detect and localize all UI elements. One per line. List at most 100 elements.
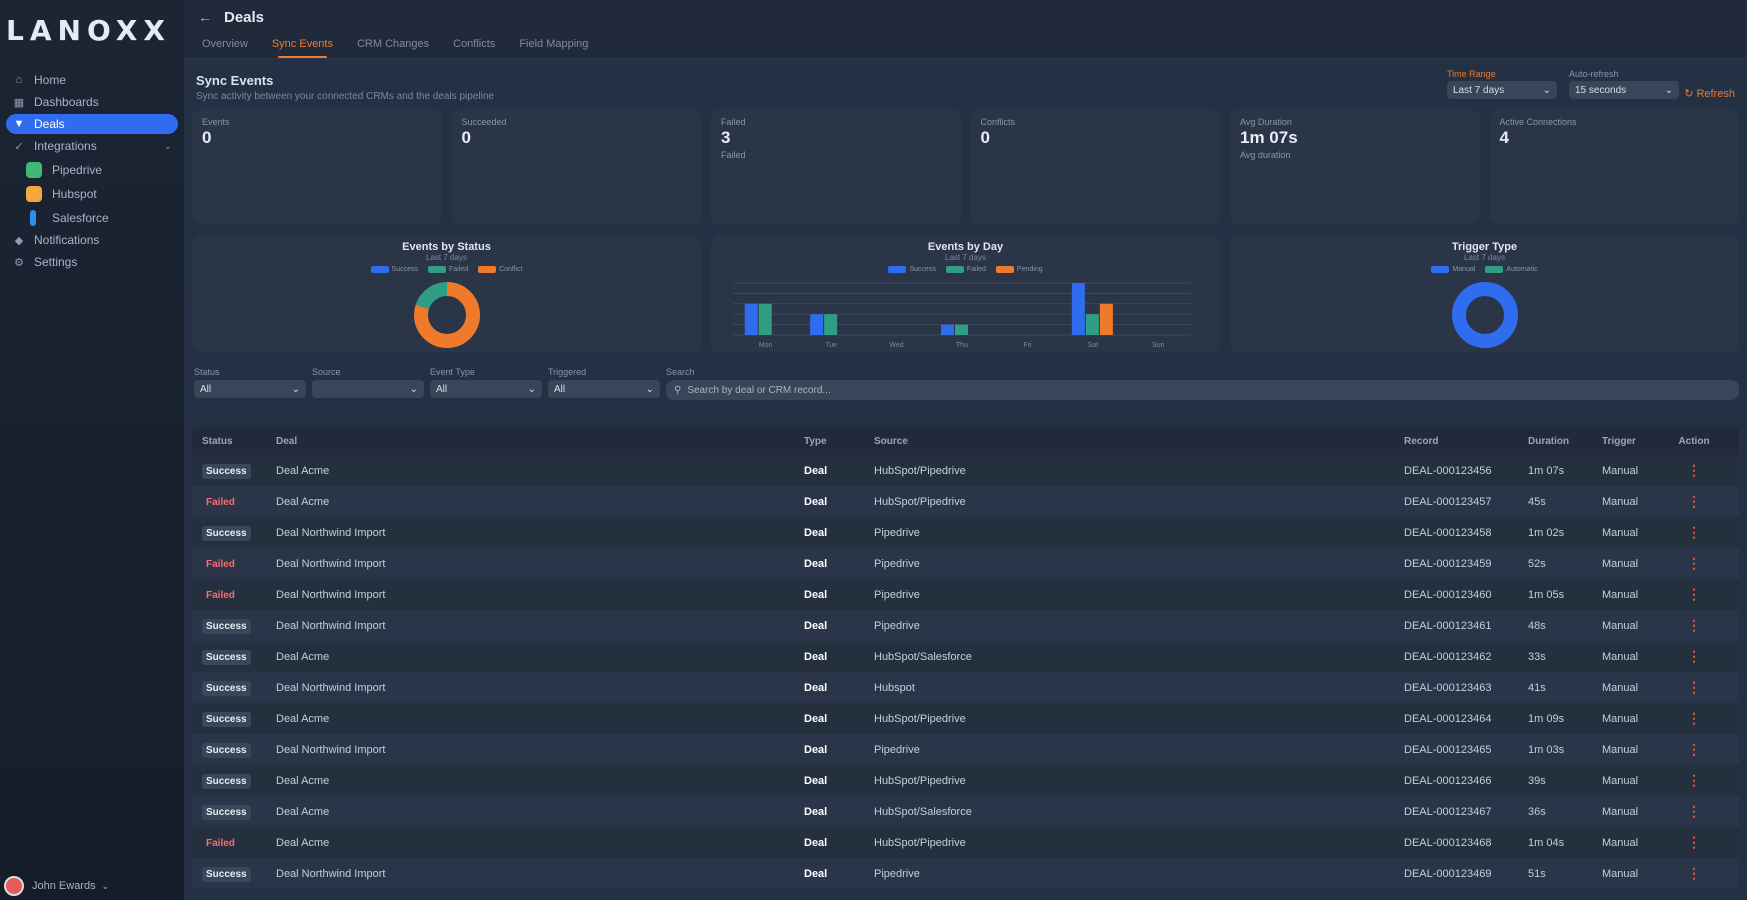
status-select[interactable]: All ⌄ (194, 380, 306, 398)
row-action-menu-icon[interactable]: ⋮ (1687, 648, 1701, 664)
row-action-menu-icon[interactable]: ⋮ (1687, 524, 1701, 540)
chart-subtitle: Last 7 days (426, 253, 467, 262)
column-header-record[interactable]: Record (1404, 436, 1528, 447)
bar-failed-thu[interactable] (955, 324, 968, 335)
duration-cell-container: 52s (1528, 558, 1602, 570)
sidebar-item-deals[interactable]: ▼ Deals (6, 114, 178, 134)
legend-item[interactable]: Pending (995, 266, 1043, 273)
row-action-menu-icon[interactable]: ⋮ (1687, 586, 1701, 602)
tab-crm-changes[interactable]: CRM Changes (357, 34, 429, 58)
table-row[interactable]: Success Deal Acme Deal HubSpot/Pipedrive DEA… (192, 455, 1739, 486)
sidebar-subitem-label: Pipedrive (52, 163, 103, 177)
legend-item[interactable]: Success (888, 266, 936, 273)
deal-name-container: Deal Northwind Import (276, 868, 804, 880)
x-tick-label: Sat (1088, 342, 1099, 349)
record-id: DEAL-000123467 (1404, 805, 1492, 818)
table-row[interactable]: Success Deal Northwind Import Deal Pipedriv… (192, 517, 1739, 548)
sidebar-item-dashboards[interactable]: ▦ Dashboards (6, 92, 178, 112)
event-type-select[interactable]: All ⌄ (430, 380, 542, 398)
row-action-menu-icon[interactable]: ⋮ (1687, 865, 1701, 881)
back-arrow-icon[interactable]: ← (198, 9, 212, 25)
bar-failed-tue[interactable] (824, 314, 838, 335)
table-row[interactable]: Failed Deal Acme Deal HubSpot/Pipedrive DEAL… (192, 827, 1739, 858)
duration-cell-container: 1m 02s (1528, 527, 1602, 539)
source-cell-container: Hubspot (874, 682, 1404, 694)
refresh-button[interactable]: ↻ Refresh (1684, 87, 1735, 100)
time-range-value: Last 7 days (1453, 84, 1505, 96)
duration-cell-container: 1m 09s (1528, 713, 1602, 725)
row-action-menu-icon[interactable]: ⋮ (1687, 555, 1701, 571)
sidebar-subitem-pipedrive[interactable]: Pipedrive (26, 158, 184, 182)
legend-item[interactable]: Automatic (1485, 266, 1538, 273)
auto-refresh-select[interactable]: 15 seconds ⌄ (1569, 81, 1679, 99)
search-input[interactable]: ⚲ Search by deal or CRM record... (666, 380, 1739, 400)
table-row[interactable]: Failed Deal Northwind Import Deal Pipedrive… (192, 579, 1739, 610)
legend-item[interactable]: Failed (945, 266, 986, 273)
row-action-menu-icon[interactable]: ⋮ (1687, 617, 1701, 633)
home-icon: ⌂ (15, 74, 23, 86)
table-row[interactable]: Success Deal Northwind Import Deal Pipedriv… (192, 858, 1739, 889)
column-header-deal[interactable]: Deal (276, 436, 804, 447)
table-row[interactable]: Success Deal Northwind Import Deal Hubspot D… (192, 672, 1739, 703)
triggered-select[interactable]: All ⌄ (548, 380, 660, 398)
sidebar-subitem-salesforce[interactable]: Salesforce (26, 206, 184, 230)
trigger-cell: Manual (1602, 526, 1639, 539)
sidebar-item-home[interactable]: ⌂ Home (6, 70, 178, 90)
duration-cell: 1m 04s (1528, 836, 1565, 849)
sidebar-item-notifications[interactable]: ◆ Notifications (6, 230, 178, 250)
bar-success-thu[interactable] (941, 324, 954, 335)
deal-name: Deal Acme (276, 774, 330, 787)
kpi-card: Active Connections 4 (1489, 109, 1739, 225)
bar-failed-mon[interactable] (758, 303, 772, 335)
table-row[interactable]: Failed Deal Acme Deal HubSpot/Pipedrive DEAL… (192, 486, 1739, 517)
sidebar-subitem-hubspot[interactable]: Hubspot (26, 182, 184, 206)
table-row[interactable]: Success Deal Northwind Import Deal Pipedriv… (192, 734, 1739, 765)
tab-bar: Overview Sync Events CRM Changes Conflic… (184, 34, 1747, 59)
legend-item[interactable]: Success (370, 266, 418, 273)
row-action-menu-icon[interactable]: ⋮ (1687, 834, 1701, 850)
table-row[interactable]: Failed Deal Northwind Import Deal Pipedrive… (192, 548, 1739, 579)
column-header-status[interactable]: Status (192, 436, 276, 447)
legend-item[interactable]: Conflict (478, 266, 522, 273)
row-action-menu-icon[interactable]: ⋮ (1687, 493, 1701, 509)
donut-chart (1451, 282, 1518, 348)
sidebar-item-settings[interactable]: ⚙ Settings (6, 252, 178, 272)
column-header-trigger[interactable]: Trigger (1602, 436, 1674, 447)
bar-success-mon[interactable] (744, 303, 758, 335)
row-action-menu-icon[interactable]: ⋮ (1687, 679, 1701, 695)
table-row[interactable]: Success Deal Acme Deal HubSpot/Pipedrive DEA… (192, 703, 1739, 734)
record-id-container: DEAL-000123464 (1404, 713, 1528, 725)
pipedrive-icon (26, 162, 42, 178)
time-range-select[interactable]: Last 7 days ⌄ (1447, 81, 1557, 99)
legend-item[interactable]: Failed (428, 266, 468, 273)
donut-slice-manual[interactable] (1451, 282, 1518, 348)
source-cell-container: Pipedrive (874, 527, 1404, 539)
row-action-menu-icon[interactable]: ⋮ (1687, 803, 1701, 819)
column-header-source[interactable]: Source (874, 436, 1404, 447)
tab-sync-events[interactable]: Sync Events (272, 34, 333, 58)
row-action-menu-icon[interactable]: ⋮ (1687, 710, 1701, 726)
table-row[interactable]: Success Deal Acme Deal HubSpot/Pipedrive DEA… (192, 765, 1739, 796)
tab-conflicts[interactable]: Conflicts (453, 34, 495, 58)
kpi-sub: Avg duration (1240, 150, 1291, 160)
column-header-duration[interactable]: Duration (1528, 436, 1602, 447)
column-header-type[interactable]: Type (804, 436, 874, 447)
source-select[interactable]: ⌄ (312, 380, 424, 398)
row-action-menu-icon[interactable]: ⋮ (1687, 772, 1701, 788)
row-action-menu-icon[interactable]: ⋮ (1687, 462, 1701, 478)
type-cell: Deal (804, 557, 828, 570)
row-action-menu-icon[interactable]: ⋮ (1687, 741, 1701, 757)
table-row[interactable]: Success Deal Northwind Import Deal Pipedriv… (192, 610, 1739, 641)
user-menu[interactable]: John Ewards ⌄ (4, 876, 109, 896)
bar-success-tue[interactable] (810, 314, 824, 335)
time-range-label: Time Range (1447, 69, 1496, 79)
table-row[interactable]: Success Deal Acme Deal HubSpot/Salesforce DE… (192, 796, 1739, 827)
bar-failed-sat[interactable] (1085, 314, 1099, 335)
tab-overview[interactable]: Overview (202, 34, 248, 58)
table-row[interactable]: Success Deal Acme Deal HubSpot/Salesforce DE… (192, 641, 1739, 672)
bar-success-sat[interactable] (1071, 283, 1085, 335)
bar-pending-sat[interactable] (1099, 303, 1113, 335)
sidebar-item-integrations[interactable]: ✓ Integrations ⌄ (6, 136, 178, 156)
tab-field-mapping[interactable]: Field Mapping (519, 34, 588, 58)
legend-item[interactable]: Manual (1431, 266, 1475, 273)
